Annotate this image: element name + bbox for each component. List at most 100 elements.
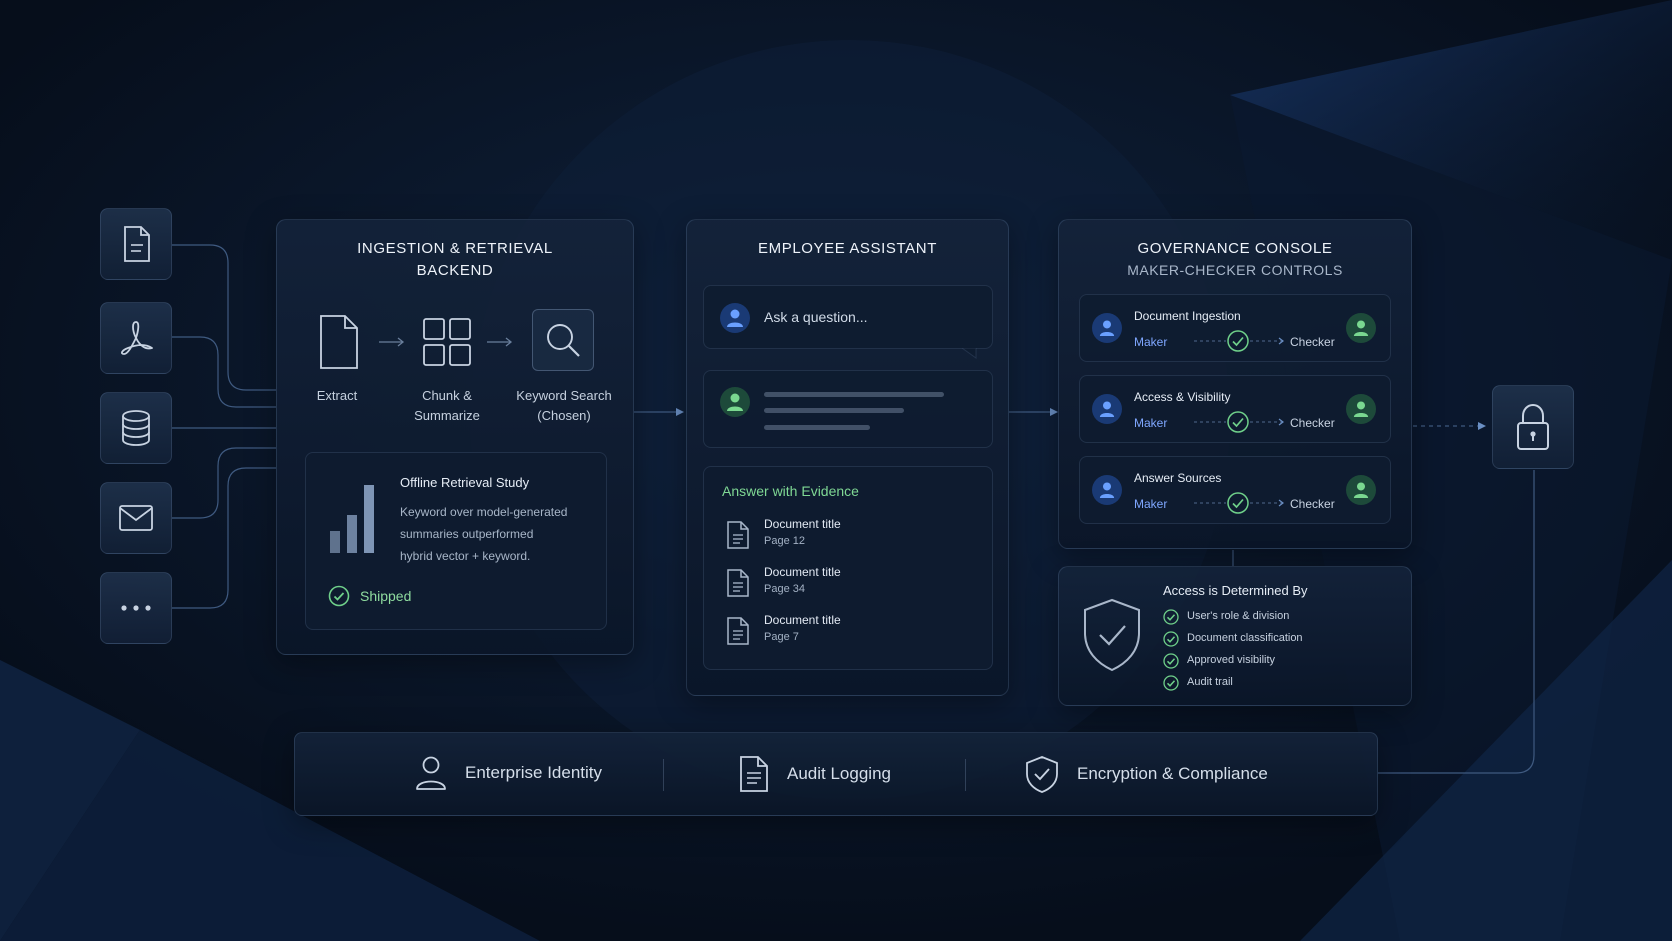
platform-footer: Enterprise Identity Audit Logging Encryp… [294, 732, 1378, 816]
response-line-placeholder [764, 425, 870, 430]
access-criterion-label: Approved visibility [1187, 654, 1276, 666]
ingestion-panel: INGESTION & RETRIEVAL BACKEND Extract Ch… [276, 219, 634, 655]
person-icon [416, 756, 446, 790]
assistant-response [703, 370, 993, 448]
step-keyword-line1: Keyword Search [516, 388, 612, 403]
source-document[interactable] [100, 208, 172, 280]
source-more[interactable] [100, 572, 172, 644]
answer-heading: Answer with Evidence [722, 483, 859, 499]
user-icon [727, 309, 743, 327]
maker-label: Maker [1134, 416, 1168, 430]
footer-enterprise-identity: Enterprise Identity [415, 755, 602, 791]
retrieval-study-card: Offline Retrieval Study Keyword over mod… [305, 452, 607, 630]
bar-chart-icon [330, 485, 374, 553]
evidence-title: Document title [764, 565, 841, 579]
step-extract-line1: Extract [316, 388, 358, 403]
governance-title: GOVERNANCE CONSOLE [1137, 240, 1333, 257]
search-icon-tile [532, 309, 594, 371]
shield-check-icon [1026, 756, 1058, 793]
ingestion-title: INGESTION & RETRIEVAL BACKEND [277, 238, 633, 282]
gov-row-access-visibility[interactable]: Access & Visibility Maker Checker [1079, 375, 1391, 443]
search-icon [547, 324, 580, 357]
checker-label: Checker [1290, 416, 1335, 430]
check-circle-icon [1163, 609, 1179, 625]
step-chunk-line2: Summarize [414, 408, 480, 423]
maker-checker-flow [1194, 330, 1284, 352]
evidence-item[interactable]: Document title Page 12 [722, 517, 982, 557]
check-circle-icon [1163, 675, 1179, 691]
chunk-grid-icon [423, 318, 471, 366]
audit-log-icon [740, 756, 768, 792]
lock-icon [1517, 403, 1549, 450]
arrow-right-icon [487, 337, 513, 347]
step-keyword-label: Keyword Search (Chosen) [505, 386, 623, 426]
study-body-line3: hybrid vector + keyword. [400, 549, 531, 563]
check-circle-icon [1163, 653, 1179, 669]
access-heading: Access is Determined By [1163, 583, 1308, 598]
governance-panel: GOVERNANCE CONSOLE MAKER-CHECKER CONTROL… [1058, 219, 1412, 549]
maker-label: Maker [1134, 497, 1168, 511]
gov-row-name: Answer Sources [1134, 471, 1222, 485]
question-input[interactable]: Ask a question... [703, 285, 993, 359]
source-email[interactable] [100, 482, 172, 554]
footer-encryption-compliance: Encryption & Compliance [1025, 755, 1268, 793]
response-line-placeholder [764, 392, 944, 397]
user-icon [1353, 482, 1369, 498]
footer-label: Audit Logging [787, 764, 891, 783]
shipped-status: Shipped [360, 588, 412, 604]
footer-label: Encryption & Compliance [1077, 764, 1268, 783]
evidence-title: Document title [764, 613, 841, 627]
maker-avatar [1092, 475, 1122, 505]
ingestion-title-line2: BACKEND [416, 262, 494, 279]
assistant-avatar [720, 387, 750, 417]
access-criterion: User's role & division [1163, 607, 1393, 627]
source-pdf[interactable] [100, 302, 172, 374]
evidence-title: Document title [764, 517, 841, 531]
source-database[interactable] [100, 392, 172, 464]
study-title: Offline Retrieval Study [400, 475, 530, 490]
step-chunk-line1: Chunk & [422, 388, 472, 403]
response-line-placeholder [764, 408, 904, 413]
access-panel: Access is Determined By User's role & di… [1058, 566, 1412, 706]
document-icon [727, 617, 749, 645]
document-icon [727, 569, 749, 597]
access-criterion: Audit trail [1163, 673, 1393, 693]
question-placeholder: Ask a question... [764, 309, 868, 325]
evidence-item[interactable]: Document title Page 34 [722, 565, 982, 605]
user-icon [1353, 320, 1369, 336]
checker-label: Checker [1290, 335, 1335, 349]
bubble-tail [962, 348, 977, 359]
study-body-line2: summaries outperformed [400, 527, 534, 541]
extract-icon [320, 315, 358, 369]
maker-avatar [1092, 394, 1122, 424]
gov-row-document-ingestion[interactable]: Document Ingestion Maker Checker [1079, 294, 1391, 362]
check-circle-icon [1163, 631, 1179, 647]
governance-subtitle: MAKER-CHECKER CONTROLS [1127, 262, 1343, 278]
step-keyword-line2: (Chosen) [537, 408, 591, 423]
shield-check-icon [1084, 598, 1140, 672]
maker-label: Maker [1134, 335, 1168, 349]
footer-divider [965, 759, 966, 791]
checker-label: Checker [1290, 497, 1335, 511]
evidence-item[interactable]: Document title Page 7 [722, 613, 982, 653]
answer-evidence-card: Answer with Evidence Document title Page… [703, 466, 993, 670]
evidence-page: Page 7 [764, 631, 799, 643]
access-criterion-label: Audit trail [1187, 676, 1233, 688]
checker-avatar [1346, 313, 1376, 343]
study-body: Keyword over model-generated summaries o… [400, 501, 567, 567]
gov-row-name: Access & Visibility [1134, 390, 1231, 404]
footer-audit-logging: Audit Logging [739, 755, 891, 793]
step-extract-label: Extract [287, 386, 387, 406]
maker-checker-flow [1194, 411, 1284, 433]
user-icon [1353, 401, 1369, 417]
evidence-page: Page 12 [764, 535, 805, 547]
footer-label: Enterprise Identity [465, 763, 603, 782]
gov-row-name: Document Ingestion [1134, 309, 1241, 323]
assistant-panel: EMPLOYEE ASSISTANT Ask a question... Ans… [686, 219, 1009, 696]
checker-avatar [1346, 475, 1376, 505]
arrow-right-icon [379, 337, 405, 347]
document-icon [124, 226, 150, 262]
assistant-title: EMPLOYEE ASSISTANT [758, 240, 937, 257]
pdf-icon [121, 321, 153, 355]
gov-row-answer-sources[interactable]: Answer Sources Maker Checker [1079, 456, 1391, 524]
